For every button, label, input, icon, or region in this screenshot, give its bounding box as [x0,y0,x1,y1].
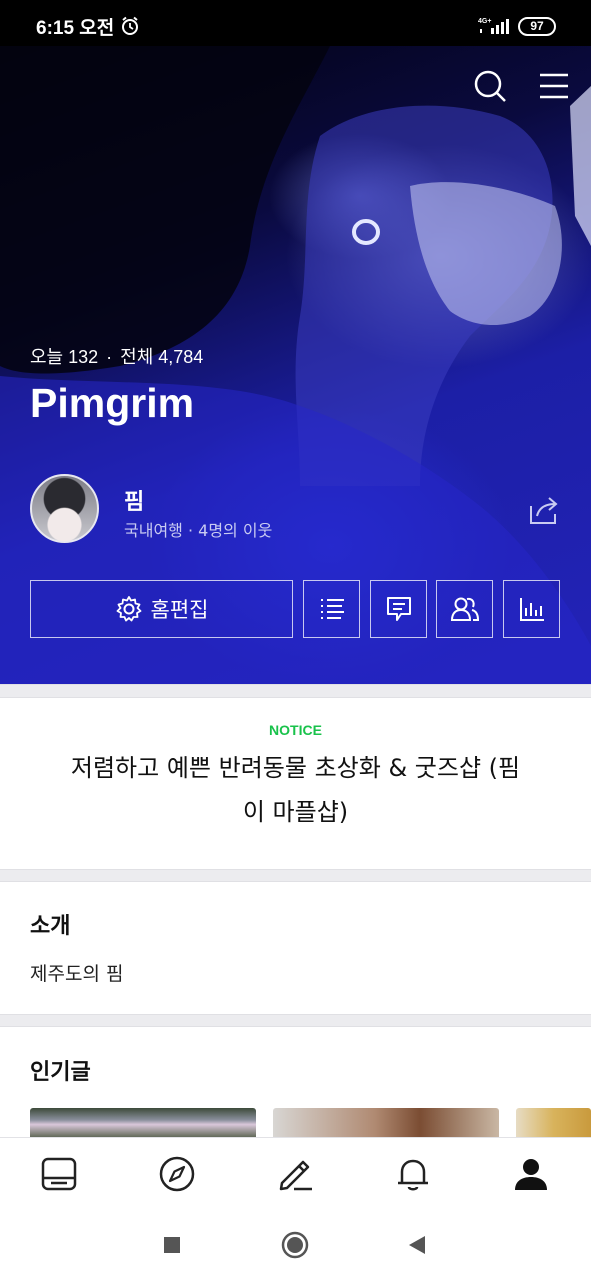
intro-title: 소개 [30,914,71,939]
svg-text:4G+: 4G+ [478,18,491,25]
system-nav [0,1209,591,1280]
avatar[interactable] [30,474,99,543]
status-time: 6:15 오전 [36,18,115,39]
notice-label: NOTICE [269,722,322,738]
stats-separator: · [106,347,113,367]
stats-button[interactable] [503,580,560,638]
popular-title: 인기글 [30,1060,91,1085]
bottom-nav [0,1137,591,1209]
section-divider [0,684,591,698]
guestbook-button[interactable] [370,580,427,638]
total-visits: 전체 4,784 [120,347,204,367]
feed-icon[interactable] [40,1155,78,1193]
section-divider [0,869,591,882]
gear-icon [116,596,141,622]
popular-post-thumbnail[interactable] [273,1108,499,1138]
menu-icon[interactable] [536,68,572,104]
profile-icon[interactable] [512,1155,550,1193]
post-list-button[interactable] [303,580,360,638]
signal-icon: 4G+ [478,18,509,34]
notice-text-line1: 저렴하고 예쁜 반려동물 초상화 & 굿즈샵 (핌 [70,754,521,782]
home-icon[interactable] [281,1231,309,1259]
battery-icon: 97 [518,17,556,36]
back-icon[interactable] [403,1231,431,1259]
stats-icon [519,598,544,621]
blog-cover: 오늘 132 · 전체 4,784 Pimgrim 핌 국내여행 · 4명의 이웃 … [0,46,591,684]
notice-text[interactable]: 저렴하고 예쁜 반려동물 초상화 & 굿즈샵 (핌 이 마플샵) [50,746,541,834]
section-divider [0,1014,591,1027]
write-icon[interactable] [276,1155,314,1193]
blog-title: Pimgrim [30,380,195,426]
list-icon [320,599,344,619]
status-bar: 6:15 오전 4G+ 97 [0,0,591,46]
discover-icon[interactable] [158,1155,196,1193]
neighbors-icon [450,597,479,621]
profile-nickname[interactable]: 핌 [124,484,144,516]
share-icon[interactable] [528,494,562,526]
popular-post-thumbnail[interactable] [30,1108,256,1138]
notice-section[interactable]: NOTICE 저렴하고 예쁜 반려동물 초상화 & 굿즈샵 (핌 이 마플샵) [0,698,591,869]
neighbors-button[interactable] [436,580,493,638]
edit-home-label: 홈편집 [150,598,209,622]
edit-home-button[interactable]: 홈편집 [30,580,293,638]
intro-section: 소개 제주도의 핌 [0,882,591,1014]
popular-post-thumbnail[interactable] [516,1108,591,1138]
notice-text-line2: 이 마플샵) [242,798,349,826]
alarm-icon [122,16,138,35]
recents-icon[interactable] [158,1231,186,1259]
profile-meta: 국내여행 · 4명의 이웃 [124,521,273,540]
intro-body: 제주도의 핌 [30,963,124,985]
today-visits: 오늘 132 [30,347,99,367]
search-icon[interactable] [472,68,508,104]
comment-icon [386,597,411,621]
visit-stats: 오늘 132 · 전체 4,784 [30,343,203,369]
notification-icon[interactable] [394,1155,432,1193]
